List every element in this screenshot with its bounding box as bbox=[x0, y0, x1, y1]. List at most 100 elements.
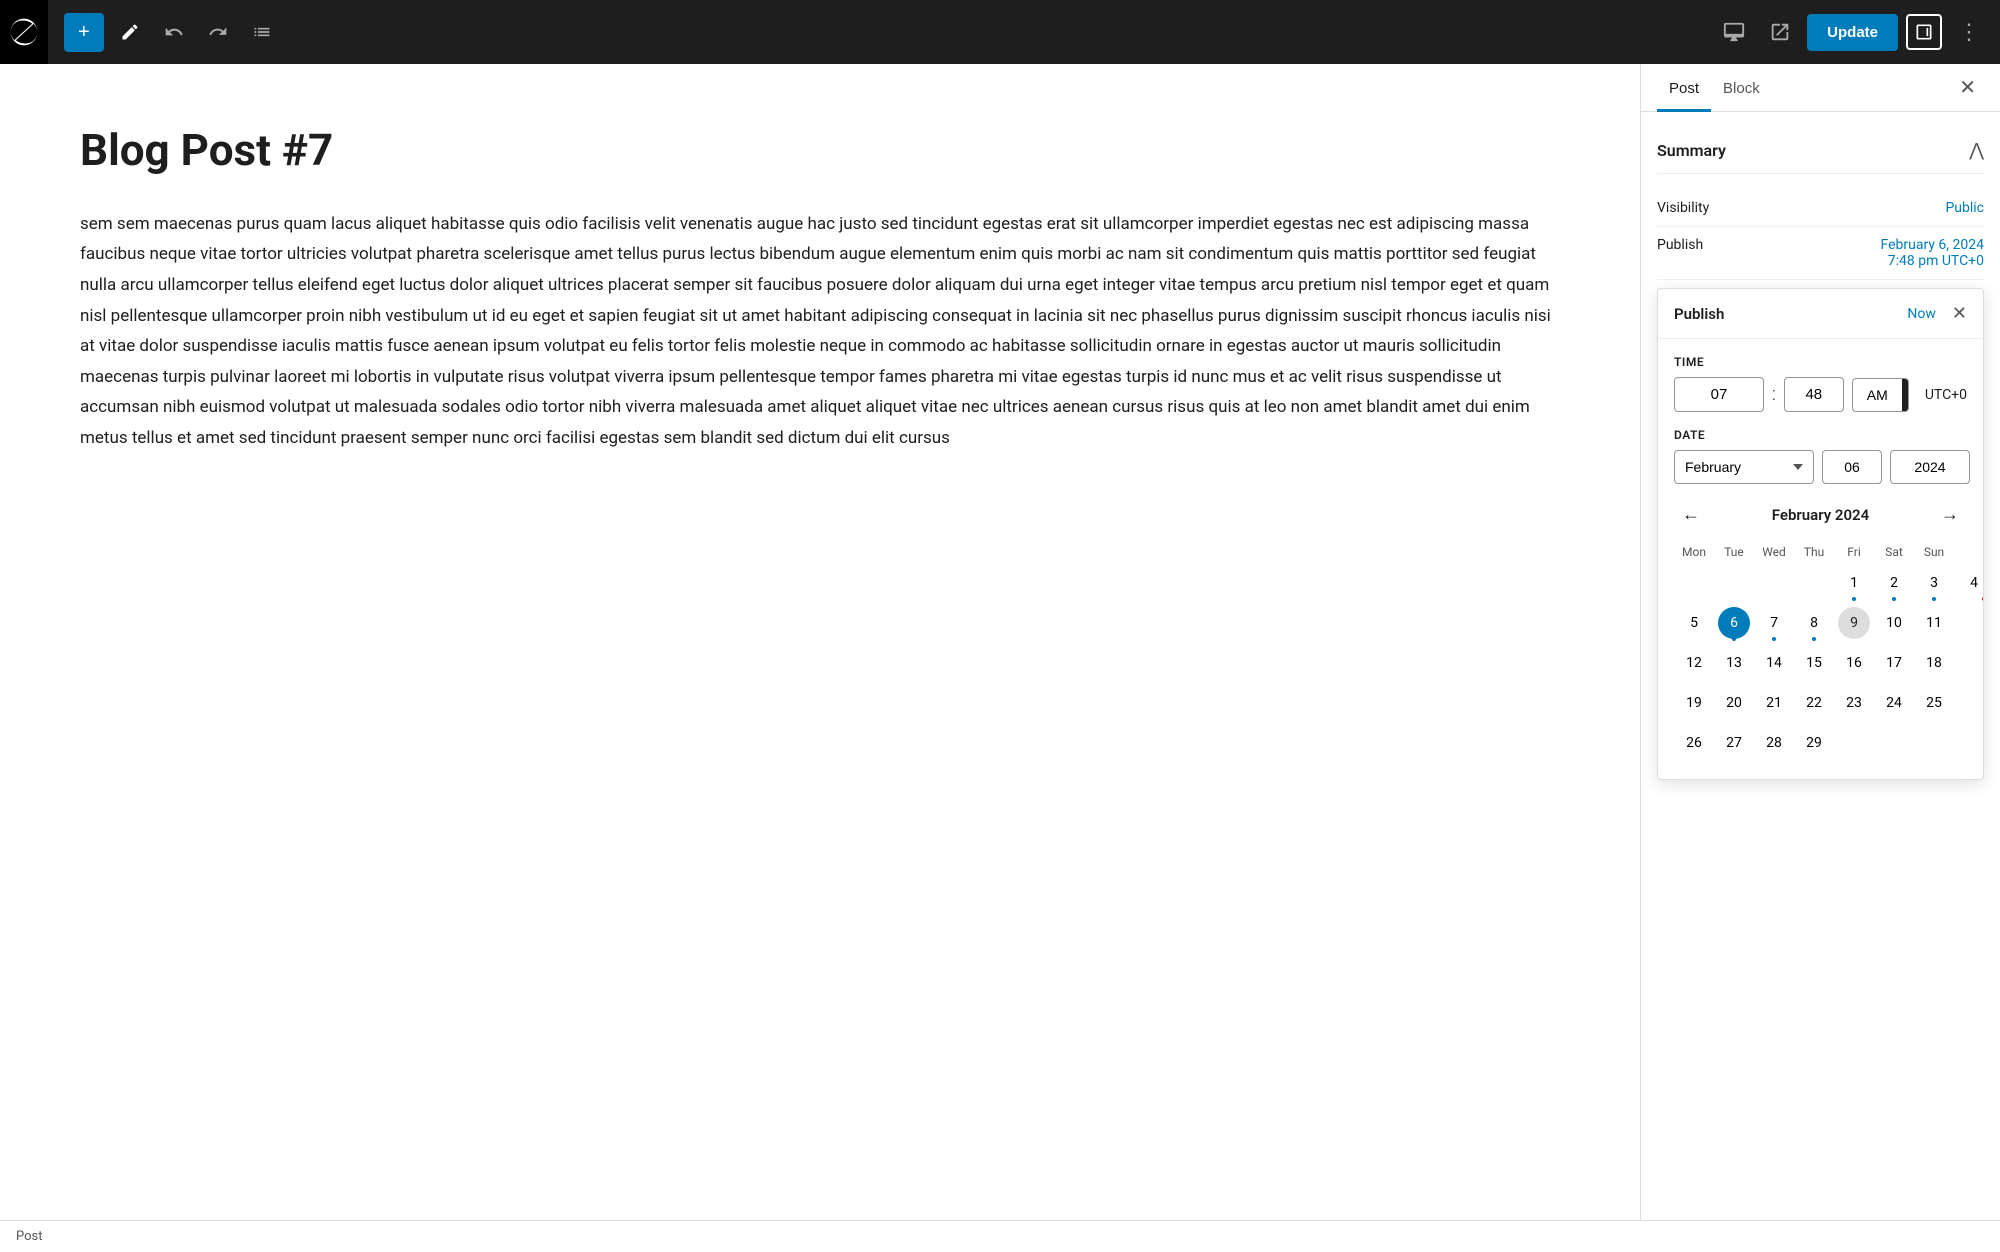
calendar-day-cell[interactable]: 19 bbox=[1674, 683, 1714, 723]
calendar-day[interactable]: 22 bbox=[1798, 687, 1830, 719]
calendar-day-cell[interactable]: 6 bbox=[1714, 603, 1754, 643]
calendar-day[interactable]: 26 bbox=[1678, 727, 1710, 759]
minutes-input[interactable] bbox=[1784, 377, 1844, 412]
calendar-day-cell[interactable]: 2 bbox=[1874, 563, 1914, 603]
calendar-day[interactable]: 3 bbox=[1918, 567, 1950, 599]
calendar-day-cell[interactable]: 3 bbox=[1914, 563, 1954, 603]
list-icon bbox=[252, 22, 272, 42]
bottom-bar-label: Post bbox=[16, 1229, 43, 1244]
calendar-day-cell[interactable]: 4 bbox=[1954, 563, 1984, 603]
calendar-day[interactable]: 21 bbox=[1758, 687, 1790, 719]
calendar-day[interactable]: 25 bbox=[1918, 687, 1950, 719]
calendar-day-cell[interactable]: 9 bbox=[1834, 603, 1874, 643]
details-button[interactable] bbox=[244, 14, 280, 50]
redo-button[interactable] bbox=[200, 14, 236, 50]
calendar-day[interactable]: 19 bbox=[1678, 687, 1710, 719]
calendar-day-cell[interactable]: 22 bbox=[1794, 683, 1834, 723]
tab-post[interactable]: Post bbox=[1657, 64, 1711, 111]
calendar-day-cell[interactable]: 8 bbox=[1794, 603, 1834, 643]
calendar-dot bbox=[1772, 637, 1776, 641]
month-select[interactable]: January February March April May June Ju… bbox=[1674, 450, 1814, 484]
calendar-day-cell[interactable]: 21 bbox=[1754, 683, 1794, 723]
preview-desktop-button[interactable] bbox=[1715, 13, 1753, 51]
publish-value[interactable]: February 6, 2024 7:48 pm UTC+0 bbox=[1881, 237, 1985, 269]
calendar-day-cell[interactable]: 23 bbox=[1834, 683, 1874, 723]
post-title[interactable]: Blog Post #7 bbox=[80, 124, 1560, 177]
calendar-day-cell[interactable]: 25 bbox=[1914, 683, 1954, 723]
calendar-day-cell[interactable]: 7 bbox=[1754, 603, 1794, 643]
popover-close-button[interactable]: ✕ bbox=[1952, 303, 1967, 324]
calendar-day[interactable]: 1 bbox=[1838, 567, 1870, 599]
calendar-day[interactable]: 4 bbox=[1958, 567, 1984, 599]
tab-block[interactable]: Block bbox=[1711, 64, 1772, 111]
calendar-day-cell[interactable]: 11 bbox=[1914, 603, 1954, 643]
calendar-day[interactable]: 13 bbox=[1718, 647, 1750, 679]
calendar-day-cell[interactable]: 17 bbox=[1874, 643, 1914, 683]
calendar-day[interactable]: 8 bbox=[1798, 607, 1830, 639]
sidebar-toggle-button[interactable] bbox=[1906, 14, 1942, 50]
hours-input[interactable] bbox=[1674, 377, 1764, 412]
add-block-button[interactable]: + bbox=[64, 13, 104, 52]
calendar-day[interactable]: 10 bbox=[1878, 607, 1910, 639]
calendar-day-cell[interactable]: 15 bbox=[1794, 643, 1834, 683]
calendar-day-cell[interactable]: 27 bbox=[1714, 723, 1754, 763]
undo-button[interactable] bbox=[156, 14, 192, 50]
summary-collapse-icon[interactable]: ⋀ bbox=[1969, 140, 1984, 161]
calendar-day[interactable]: 18 bbox=[1918, 647, 1950, 679]
calendar-day[interactable]: 11 bbox=[1918, 607, 1950, 639]
calendar-day-cell[interactable]: 16 bbox=[1834, 643, 1874, 683]
day-input[interactable] bbox=[1822, 450, 1882, 484]
desktop-icon bbox=[1723, 21, 1745, 43]
wordpress-logo[interactable] bbox=[0, 0, 48, 64]
calendar-day-cell[interactable]: 1 bbox=[1834, 563, 1874, 603]
calendar-day[interactable]: 7 bbox=[1758, 607, 1790, 639]
calendar-day[interactable]: 9 bbox=[1838, 607, 1870, 639]
calendar-day[interactable]: 28 bbox=[1758, 727, 1790, 759]
calendar-day[interactable]: 17 bbox=[1878, 647, 1910, 679]
more-options-button[interactable]: ⋮ bbox=[1950, 11, 1988, 53]
calendar-day-cell[interactable]: 5 bbox=[1674, 603, 1714, 643]
calendar-day-cell[interactable]: 24 bbox=[1874, 683, 1914, 723]
year-input[interactable] bbox=[1890, 450, 1970, 484]
calendar-day-cell[interactable]: 12 bbox=[1674, 643, 1714, 683]
calendar-day[interactable]: 15 bbox=[1798, 647, 1830, 679]
calendar-day-cell bbox=[1914, 723, 1954, 763]
calendar-day[interactable]: 16 bbox=[1838, 647, 1870, 679]
calendar-day-cell[interactable]: 14 bbox=[1754, 643, 1794, 683]
am-button[interactable]: AM bbox=[1853, 379, 1902, 411]
update-button[interactable]: Update bbox=[1807, 14, 1898, 51]
pencil-icon bbox=[120, 22, 140, 42]
visibility-value[interactable]: Public bbox=[1945, 200, 1984, 216]
calendar-day[interactable]: 6 bbox=[1718, 607, 1750, 639]
calendar-day[interactable]: 23 bbox=[1838, 687, 1870, 719]
popover-now-link[interactable]: Now bbox=[1907, 306, 1936, 322]
calendar-day[interactable]: 12 bbox=[1678, 647, 1710, 679]
calendar-day[interactable]: 5 bbox=[1678, 607, 1710, 639]
ampm-group: AM PM bbox=[1852, 378, 1909, 412]
calendar-day-cell[interactable]: 18 bbox=[1914, 643, 1954, 683]
calendar-prev-button[interactable]: ← bbox=[1674, 500, 1708, 529]
edit-mode-button[interactable] bbox=[112, 14, 148, 50]
calendar-day-cell[interactable]: 10 bbox=[1874, 603, 1914, 643]
calendar-day-cell[interactable]: 29 bbox=[1794, 723, 1834, 763]
calendar-day[interactable]: 29 bbox=[1798, 727, 1830, 759]
calendar-day-cell[interactable]: 13 bbox=[1714, 643, 1754, 683]
calendar-day[interactable]: 27 bbox=[1718, 727, 1750, 759]
calendar-day-cell[interactable]: 28 bbox=[1754, 723, 1794, 763]
calendar-day[interactable]: 14 bbox=[1758, 647, 1790, 679]
calendar-dot bbox=[1852, 597, 1856, 601]
calendar-next-button[interactable]: → bbox=[1933, 500, 1967, 529]
external-link-button[interactable] bbox=[1761, 13, 1799, 51]
calendar-day[interactable]: 20 bbox=[1718, 687, 1750, 719]
publish-row: Publish February 6, 2024 7:48 pm UTC+0 bbox=[1657, 227, 1984, 280]
time-field-label: TIME bbox=[1674, 355, 1967, 369]
calendar-day-cell[interactable]: 20 bbox=[1714, 683, 1754, 723]
sidebar-close-button[interactable]: ✕ bbox=[1951, 64, 1984, 111]
calendar-day[interactable]: 2 bbox=[1878, 567, 1910, 599]
calendar-day-cell[interactable]: 26 bbox=[1674, 723, 1714, 763]
date-field-label: DATE bbox=[1674, 428, 1967, 442]
calendar-day[interactable]: 24 bbox=[1878, 687, 1910, 719]
publish-label: Publish bbox=[1657, 237, 1703, 253]
pm-button[interactable]: PM bbox=[1902, 379, 1909, 411]
post-body[interactable]: sem sem maecenas purus quam lacus alique… bbox=[80, 209, 1560, 454]
